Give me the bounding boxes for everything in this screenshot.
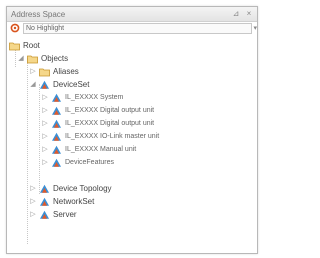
panel-toolbar: No Highlight ▾ xyxy=(7,22,257,34)
expand-icon[interactable]: ▷ xyxy=(41,146,49,154)
tree-item-label: Root xyxy=(23,41,40,50)
folder-icon xyxy=(39,68,50,76)
tree-item-label: Aliases xyxy=(53,67,79,76)
tree-item-devicefeatures[interactable]: ▷ DeviceFeatures xyxy=(41,156,114,169)
tree-item-aliases[interactable]: ▷ Aliases xyxy=(29,65,79,78)
tree-item-label: Device Topology xyxy=(53,184,112,193)
collapse-icon[interactable]: ◢ xyxy=(17,55,25,63)
device-object-icon xyxy=(52,106,61,115)
close-icon[interactable]: × xyxy=(244,9,254,19)
tree-item-deviceset[interactable]: ◢ DeviceSet xyxy=(29,78,89,91)
folder-icon xyxy=(9,42,20,50)
device-object-icon xyxy=(52,132,61,141)
tree-item-server[interactable]: ▷ Server xyxy=(29,208,77,221)
device-object-icon xyxy=(52,119,61,128)
device-object-icon xyxy=(52,93,61,102)
tree-item-label: Server xyxy=(53,210,77,219)
tree-item-networkset[interactable]: ▷ NetworkSet xyxy=(29,195,94,208)
expand-icon[interactable]: ▷ xyxy=(29,68,37,76)
device-object-icon xyxy=(40,80,49,89)
highlight-icon[interactable] xyxy=(10,23,20,33)
tree-item-root[interactable]: Root xyxy=(9,39,40,52)
tree-item-device[interactable]: ▷ IL_EXXXX Digital output unit xyxy=(41,104,154,117)
highlight-selector[interactable]: No Highlight xyxy=(22,22,252,34)
pin-icon[interactable]: ⊿ xyxy=(231,9,241,19)
tree-item-device-topology[interactable]: ▷ Device Topology xyxy=(29,182,112,195)
tree-item-label: Objects xyxy=(41,54,69,63)
tree-item-label: DeviceFeatures xyxy=(65,159,115,166)
tree-item-label: IL_EXXXX IO-Link master unit xyxy=(65,133,160,140)
chevron-down-icon[interactable]: ▾ xyxy=(254,24,258,32)
tree-item-objects[interactable]: ◢ Objects xyxy=(17,52,68,65)
expand-icon[interactable]: ▷ xyxy=(41,120,49,128)
tree-item-label: IL_EXXXX Digital output unit xyxy=(65,120,155,127)
expand-icon[interactable]: ▷ xyxy=(41,107,49,115)
device-object-icon xyxy=(52,158,61,167)
expand-icon[interactable]: ▷ xyxy=(29,211,37,219)
tree-item-label: NetworkSet xyxy=(53,197,95,206)
device-object-icon xyxy=(40,210,49,219)
collapse-icon[interactable]: ◢ xyxy=(29,81,37,89)
device-object-icon xyxy=(40,197,49,206)
tree-item-label: DeviceSet xyxy=(53,80,90,89)
folder-icon xyxy=(27,55,38,63)
tree-item-device[interactable]: ▷ IL_EXXXX IO-Link master unit xyxy=(41,130,159,143)
tree-item-label: IL_EXXXX System xyxy=(65,94,124,101)
tree-item-device[interactable]: ▷ IL_EXXXX System xyxy=(41,91,123,104)
panel-title: Address Space xyxy=(11,9,66,19)
expand-icon[interactable]: ▷ xyxy=(29,198,37,206)
expand-icon[interactable]: ▷ xyxy=(41,133,49,141)
tree-item-label: IL_EXXXX Digital output unit xyxy=(65,107,155,114)
panel-titlebar: Address Space ⊿ × xyxy=(7,7,257,22)
tree-item-device[interactable]: ▷ IL_EXXXX Manual unit xyxy=(41,143,136,156)
tree-item-device[interactable]: ▷ IL_EXXXX Digital output unit xyxy=(41,117,154,130)
device-object-icon xyxy=(52,145,61,154)
expand-icon[interactable]: ▷ xyxy=(29,185,37,193)
device-object-icon xyxy=(40,184,49,193)
address-tree: Root ◢ Objects ▷ Aliases ◢ DeviceSet ▷ I… xyxy=(7,37,257,253)
tree-item-label: IL_EXXXX Manual unit xyxy=(65,146,137,153)
expand-icon[interactable]: ▷ xyxy=(41,159,49,167)
address-space-panel: Address Space ⊿ × No Highlight ▾ Root ◢ … xyxy=(6,6,258,254)
expand-icon[interactable]: ▷ xyxy=(41,94,49,102)
